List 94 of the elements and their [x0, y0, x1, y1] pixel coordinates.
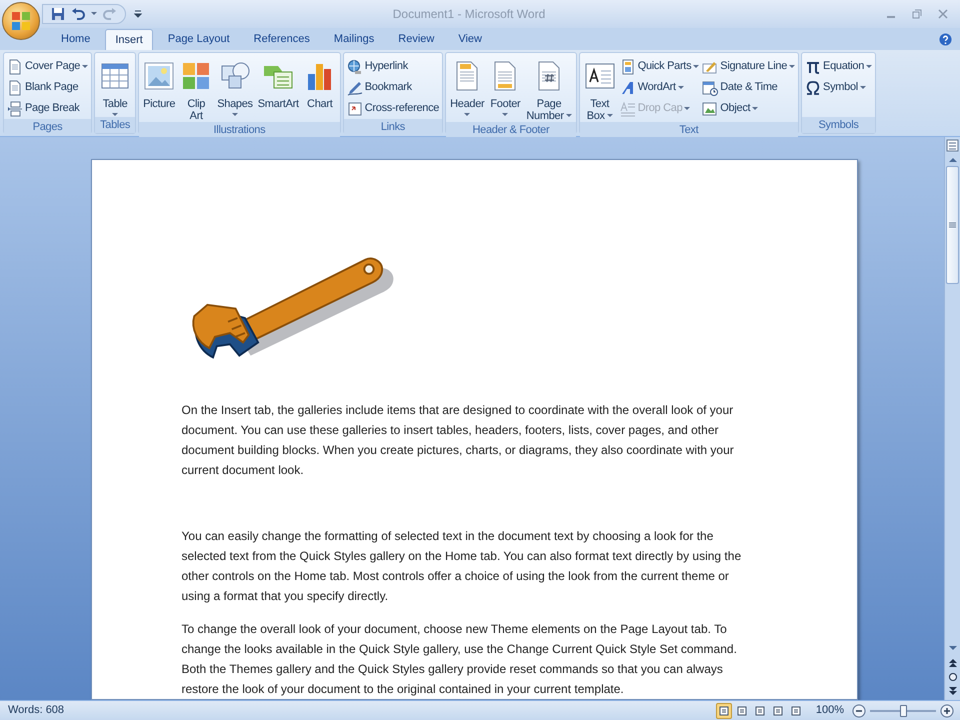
ribbon-button[interactable]: Table	[97, 56, 134, 117]
ribbon-button[interactable]: Header	[448, 56, 486, 122]
previous-page-icon[interactable]	[948, 658, 958, 668]
ribbon-button[interactable]: Blank Page	[6, 77, 90, 98]
ribbon-button[interactable]: Cross-reference	[346, 98, 440, 119]
ribbon-button[interactable]: Object	[701, 98, 796, 119]
ruler-icon[interactable]	[946, 139, 959, 152]
undo-icon[interactable]	[71, 7, 85, 21]
word-count[interactable]: Words: 608	[0, 702, 64, 719]
window-title: Document1 - Microsoft Word	[392, 6, 546, 23]
ribbon-tab[interactable]: Mailings	[324, 29, 384, 50]
logo-icon	[11, 11, 31, 31]
ribbon-button[interactable]: Clip Art	[178, 56, 214, 122]
scroll-up-icon[interactable]	[948, 156, 958, 164]
ribbon-button[interactable]: Page Break	[6, 98, 90, 119]
ribbon-button[interactable]: Chart	[302, 56, 338, 122]
caret-icon	[464, 113, 470, 117]
document-icon	[620, 58, 636, 74]
ribbon-button[interactable]: Bookmark	[346, 77, 440, 98]
group-label: Header & Footer	[446, 122, 576, 138]
scroll-thumb[interactable]	[946, 166, 959, 284]
help-icon[interactable]	[939, 33, 952, 46]
group-label: Tables	[95, 117, 136, 133]
group-label: Illustrations	[139, 122, 340, 138]
group-label: Pages	[4, 119, 92, 135]
group-label: Links	[344, 119, 442, 135]
ribbon-tab[interactable]: Home	[52, 29, 100, 50]
caret-icon	[678, 86, 684, 90]
ribbon-button[interactable]: Signature Line	[701, 56, 796, 77]
caret-icon	[502, 113, 508, 117]
ribbon-tab[interactable]: Insert	[105, 29, 153, 50]
ribbon-button[interactable]: Text Box	[582, 56, 618, 122]
calendar-icon	[702, 80, 718, 96]
vertical-scrollbar[interactable]	[944, 137, 960, 700]
body-paragraph: To change the overall look of your document, choose new Theme elements on the Page Layout tab. To change the looks available in the Quick Style gallery, use the Change Current Quick Style Set command. Both the Themes gallery and the Quick Styles gallery provide reset commands so that you can always restore the look of your document to the original contained in your current template.	[182, 621, 738, 698]
next-page-icon[interactable]	[948, 686, 958, 696]
page-view-icon	[754, 706, 765, 716]
picture-icon	[143, 60, 176, 92]
ribbon-tab[interactable]: References	[244, 29, 319, 50]
object-icon	[702, 100, 718, 116]
ribbon-button[interactable]: Cover Page	[6, 56, 90, 77]
ribbon-button[interactable]: Picture	[141, 56, 178, 122]
group-label: Text	[580, 122, 798, 138]
scroll-down-icon[interactable]	[948, 644, 958, 652]
zoom-out-icon[interactable]	[852, 704, 866, 718]
ribbon-button[interactable]: Date & Time	[701, 77, 796, 98]
page-view-icon	[736, 706, 747, 716]
ribbon-button[interactable]: Symbol	[804, 77, 874, 98]
browse-object-icon[interactable]	[948, 672, 958, 682]
caret-icon	[82, 64, 88, 68]
pen-icon	[346, 80, 363, 96]
caret-icon	[606, 114, 613, 118]
caret-icon	[752, 106, 758, 110]
caret-icon	[789, 64, 796, 68]
wordart-icon	[620, 80, 636, 96]
slider-thumb[interactable]	[900, 704, 907, 716]
ribbon-button[interactable]: SmartArt	[256, 56, 301, 122]
ribbon-button[interactable]: Footer	[487, 56, 524, 122]
page-view-icon	[718, 706, 729, 716]
view-button[interactable]	[716, 702, 732, 718]
page-break-icon	[7, 100, 23, 116]
ribbon-button[interactable]: WordArt	[618, 77, 700, 98]
caret-icon	[860, 86, 866, 90]
ribbon-tab[interactable]: Page Layout	[158, 29, 239, 50]
page-icon	[7, 80, 23, 96]
zoom-level[interactable]: 100%	[816, 702, 844, 719]
caret-icon	[91, 12, 97, 16]
zoom-slider[interactable]	[870, 704, 936, 718]
drop-cap-icon	[620, 100, 636, 116]
zoom-in-icon[interactable]	[940, 704, 954, 718]
save-icon[interactable]	[51, 7, 65, 21]
ribbon-button[interactable]: Shapes	[215, 56, 255, 122]
customize-icon[interactable]	[134, 10, 142, 18]
caret-icon	[232, 113, 238, 117]
ribbon-tab[interactable]: View	[449, 29, 491, 50]
page-view-icon	[790, 706, 801, 716]
ribbon-button[interactable]: Quick Parts	[618, 56, 700, 77]
page-view-icon	[772, 706, 783, 716]
caret-icon	[866, 64, 872, 68]
caret-icon	[684, 106, 690, 110]
ribbon-button[interactable]: Hyperlink	[346, 56, 440, 77]
page-icon	[7, 58, 23, 74]
omega-icon	[805, 80, 822, 96]
body-paragraph: You can easily change the formatting of selected text in the document text by choosing a look for the selected text from the Quick Styles gallery on the Home tab. You can also format text directly by using the other controls on the Home tab. Most controls offer a choice of using the look from the current theme or using a format that you specify directly.	[182, 528, 742, 605]
cross-reference-icon	[346, 100, 363, 116]
grip-icon	[949, 222, 956, 228]
ribbon-button[interactable]: Equation	[804, 56, 874, 77]
globe-icon	[346, 58, 363, 74]
caret-icon	[566, 114, 572, 118]
body-paragraph: On the Insert tab, the galleries include items that are designed to coordinate with the overall look of your document. You can use these galleries to insert tables, headers, footers, lists, cover pages, and other document building blocks. When you create pictures, charts, or diagrams, they also coordinate with your current document look.	[182, 402, 735, 479]
caret-icon	[693, 64, 700, 68]
group-label: Symbols	[802, 117, 876, 133]
ribbon-button[interactable]: Page Number	[524, 56, 574, 122]
ribbon-tab[interactable]: Review	[389, 29, 444, 50]
